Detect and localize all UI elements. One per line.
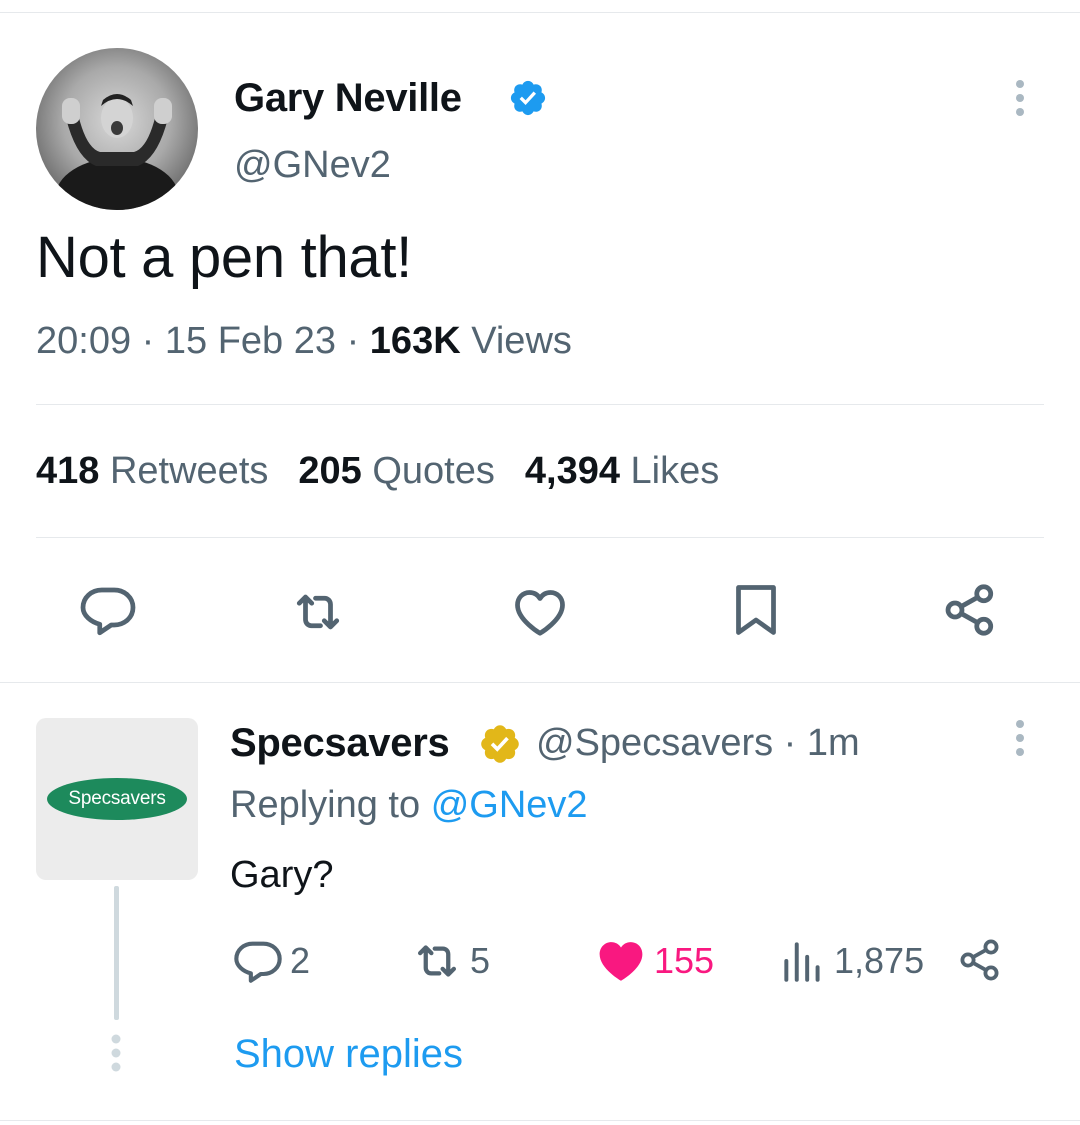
- author-avatar[interactable]: [36, 48, 198, 210]
- share-icon[interactable]: [956, 934, 1004, 986]
- author-name[interactable]: Gary Neville: [234, 74, 462, 122]
- reply-reply-button[interactable]: 2: [232, 936, 310, 986]
- analytics-icon: [784, 942, 820, 982]
- retweets-stat[interactable]: 418 Retweets: [36, 450, 268, 492]
- retweet-icon[interactable]: [288, 582, 348, 642]
- more-options-icon[interactable]: [1008, 718, 1032, 758]
- replying-to: Replying to @GNev2: [230, 782, 588, 828]
- reply-like-button[interactable]: 155: [594, 936, 714, 986]
- retweet-count: 5: [470, 940, 491, 981]
- tweet-date[interactable]: 15 Feb 23: [165, 320, 336, 362]
- reply-avatar[interactable]: Specsavers: [36, 718, 198, 880]
- reply-icon[interactable]: [78, 580, 138, 640]
- retweets-count: 418: [36, 450, 100, 492]
- more-options-icon[interactable]: [1008, 78, 1032, 118]
- tweet-time[interactable]: 20:09: [36, 320, 131, 362]
- divider: [36, 404, 1044, 405]
- retweet-icon: [417, 945, 457, 977]
- tweet-meta: 20:09 · 15 Feb 23 · 163K Views: [36, 318, 572, 364]
- verified-business-badge-icon: [481, 725, 519, 763]
- retweets-label: Retweets: [109, 450, 269, 492]
- bottom-divider: [0, 1120, 1080, 1121]
- likes-label: Likes: [630, 450, 720, 492]
- show-replies-link[interactable]: Show replies: [234, 1030, 463, 1078]
- reply-text: Gary?: [230, 854, 334, 896]
- reply-views-button[interactable]: 1,875: [778, 936, 924, 986]
- likes-count: 4,394: [524, 450, 620, 492]
- tweet-text: Not a pen that!: [36, 225, 412, 290]
- replying-to-mention[interactable]: @GNev2: [431, 784, 588, 826]
- tweet-divider: [0, 682, 1080, 683]
- reply-time[interactable]: 1m: [807, 722, 860, 764]
- like-count: 155: [654, 940, 715, 981]
- meta-separator: ·: [346, 320, 370, 362]
- top-divider: [0, 12, 1080, 13]
- engagement-stats: 418 Retweets 205 Quotes 4,394 Likes: [36, 448, 719, 494]
- specsavers-logo: Specsavers: [47, 778, 187, 820]
- reply-author-handle[interactable]: @Specsavers: [536, 722, 773, 764]
- thread-continuation-icon[interactable]: [109, 1033, 123, 1073]
- views-count: 163K: [369, 320, 461, 362]
- quotes-count: 205: [298, 450, 362, 492]
- reply-icon: [234, 941, 282, 983]
- bookmark-icon[interactable]: [726, 580, 786, 640]
- likes-stat[interactable]: 4,394 Likes: [525, 450, 719, 492]
- thread-line: [114, 886, 119, 1020]
- views-label: Views: [471, 320, 572, 362]
- author-handle[interactable]: @GNev2: [234, 142, 391, 188]
- meta-separator: ·: [773, 722, 807, 764]
- view-count: 1,875: [834, 940, 925, 981]
- reply-retweet-button[interactable]: 5: [410, 936, 490, 986]
- reply-handle-time: @Specsavers · 1m: [536, 719, 860, 767]
- verified-badge-icon: [510, 80, 546, 116]
- share-icon[interactable]: [940, 580, 1000, 640]
- replying-to-label: Replying to: [230, 784, 421, 826]
- divider: [36, 537, 1044, 538]
- like-icon[interactable]: [510, 582, 570, 642]
- reply-author-name[interactable]: Specsavers: [230, 719, 450, 767]
- liked-heart-icon: [599, 942, 643, 981]
- reply-count: 2: [290, 940, 311, 981]
- quotes-label: Quotes: [372, 450, 495, 492]
- quotes-stat[interactable]: 205 Quotes: [298, 450, 495, 492]
- meta-separator: ·: [141, 320, 165, 362]
